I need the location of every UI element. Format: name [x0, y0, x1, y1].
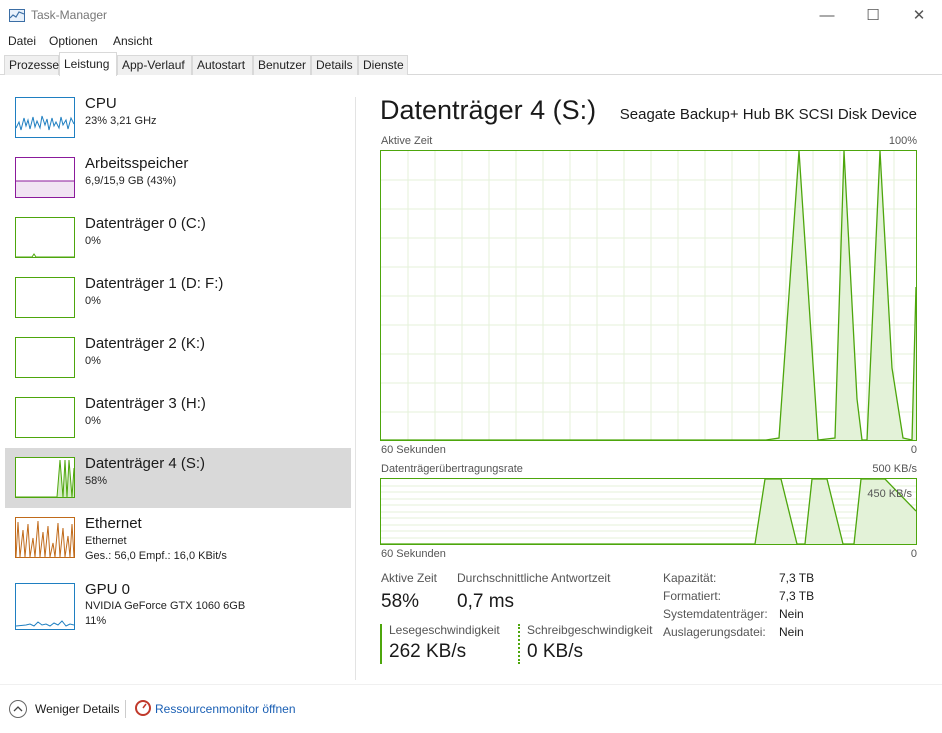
read-speed-indicator: [380, 624, 382, 664]
menu-bar: Datei Optionen Ansicht: [0, 31, 942, 51]
transfer-rate-graph-label: Datenträgerübertragungsrate: [381, 463, 523, 475]
resource-monitor-icon[interactable]: [135, 700, 151, 716]
close-button[interactable]: ✕: [896, 0, 942, 31]
sidebar-item-subtitle: 0%: [85, 235, 101, 247]
read-speed-label: Lesegeschwindigkeit: [389, 623, 500, 637]
tab-autostart[interactable]: Autostart: [192, 55, 253, 75]
sidebar-item-subtitle: 0%: [85, 355, 101, 367]
write-speed-label: Schreibgeschwindigkeit: [527, 623, 653, 637]
footer-separator: [125, 700, 126, 718]
performance-sidebar: CPU 23% 3,21 GHz Arbeitsspeicher 6,9/15,…: [0, 76, 355, 684]
disk-graph-icon: [15, 397, 75, 438]
sidebar-item-title: Datenträger 4 (S:): [85, 455, 206, 472]
tab-prozesse[interactable]: Prozesse: [4, 55, 59, 75]
sidebar-item-memory[interactable]: Arbeitsspeicher 6,9/15,9 GB (43%): [5, 148, 351, 208]
sidebar-item-subtitle: 6,9/15,9 GB (43%): [85, 175, 177, 187]
fewer-details-button[interactable]: Weniger Details: [35, 702, 119, 716]
tab-details[interactable]: Details: [311, 55, 358, 75]
active-time-graph-zero: 0: [910, 444, 917, 456]
window-title: Task-Manager: [31, 8, 108, 22]
sidebar-item-title: Datenträger 3 (H:): [85, 395, 206, 412]
sidebar-item-title: Datenträger 0 (C:): [85, 215, 206, 232]
sidebar-item-disk-3[interactable]: Datenträger 3 (H:) 0%: [5, 388, 351, 448]
sidebar-item-title: GPU 0: [85, 581, 131, 598]
transfer-rate-graph-time: 60 Sekunden: [381, 548, 446, 560]
cpu-graph-icon: [15, 97, 75, 138]
menu-ansicht[interactable]: Ansicht: [113, 34, 152, 48]
detail-title: Datenträger 4 (S:): [380, 95, 597, 125]
sidebar-item-disk-0[interactable]: Datenträger 0 (C:) 0%: [5, 208, 351, 268]
write-speed-indicator: [518, 624, 520, 664]
active-time-graph-time: 60 Sekunden: [381, 444, 446, 456]
sidebar-item-subtitle: 0%: [85, 295, 101, 307]
sidebar-item-title: Datenträger 1 (D: F:): [85, 275, 224, 292]
title-bar[interactable]: Task-Manager — ☐ ✕: [0, 0, 942, 31]
sidebar-item-detail: Ges.: 56,0 Empf.: 16,0 KBit/s: [85, 550, 227, 562]
disk-graph-icon: [15, 277, 75, 318]
sidebar-item-subtitle: 58%: [85, 475, 108, 487]
active-time-value: 58%: [381, 591, 420, 612]
page-file-label: Auslagerungsdatei:: [663, 625, 766, 639]
memory-graph-icon: [15, 157, 75, 198]
sidebar-item-subtitle: NVIDIA GeForce GTX 1060 6GB: [85, 600, 246, 612]
read-speed-value: 262 KB/s: [389, 641, 467, 662]
minimize-button[interactable]: —: [804, 0, 850, 31]
sidebar-item-gpu-0[interactable]: GPU 0 NVIDIA GeForce GTX 1060 6GB 11%: [5, 574, 351, 634]
sidebar-item-cpu[interactable]: CPU 23% 3,21 GHz: [5, 88, 351, 148]
active-time-graph: [380, 150, 917, 441]
formatted-label: Formatiert:: [663, 589, 722, 603]
tab-dienste[interactable]: Dienste: [358, 55, 408, 75]
disk-graph-icon: [15, 457, 75, 498]
footer: Weniger Details Ressourcenmonitor öffnen: [0, 684, 942, 733]
device-name: Seagate Backup+ Hub BK SCSI Disk Device: [619, 106, 917, 123]
disk-graph-icon: [15, 217, 75, 258]
sidebar-item-subtitle: Ethernet: [85, 535, 127, 547]
task-manager-app-icon: [9, 9, 25, 22]
network-graph-icon: [15, 517, 75, 558]
open-resource-monitor-link[interactable]: Ressourcenmonitor öffnen: [155, 702, 296, 716]
panel-divider: [355, 97, 356, 680]
system-disk-label: Systemdatenträger:: [663, 607, 768, 621]
sidebar-item-subtitle: 0%: [85, 415, 101, 427]
tab-strip: Prozesse Leistung App-Verlauf Autostart …: [0, 52, 942, 76]
sidebar-item-title: Ethernet: [85, 515, 142, 532]
sidebar-item-subtitle: 23% 3,21 GHz: [85, 115, 157, 127]
transfer-rate-graph: 450 KB/s: [380, 478, 917, 545]
menu-datei[interactable]: Datei: [8, 34, 36, 48]
sidebar-item-title: CPU: [85, 95, 117, 112]
maximize-button[interactable]: ☐: [850, 0, 896, 31]
write-speed-value: 0 KB/s: [527, 641, 583, 662]
response-time-label: Durchschnittliche Antwortzeit: [457, 571, 611, 585]
tab-benutzer[interactable]: Benutzer: [253, 55, 311, 75]
formatted-value: 7,3 TB: [779, 589, 815, 603]
tab-app-verlauf[interactable]: App-Verlauf: [117, 55, 192, 75]
sidebar-item-title: Datenträger 2 (K:): [85, 335, 206, 352]
sidebar-item-detail: 11%: [85, 615, 107, 627]
transfer-rate-graph-zero: 0: [910, 548, 917, 560]
gpu-graph-icon: [15, 583, 75, 630]
disk-graph-icon: [15, 337, 75, 378]
transfer-rate-graph-max: 500 KB/s: [872, 463, 917, 475]
chevron-up-icon[interactable]: [9, 700, 27, 718]
sidebar-item-disk-2[interactable]: Datenträger 2 (K:) 0%: [5, 328, 351, 388]
system-disk-value: Nein: [779, 607, 804, 621]
response-time-value: 0,7 ms: [457, 591, 515, 612]
transfer-rate-inner-label: 450 KB/s: [867, 488, 912, 500]
menu-optionen[interactable]: Optionen: [49, 34, 98, 48]
sidebar-item-title: Arbeitsspeicher: [85, 155, 189, 172]
capacity-label: Kapazität:: [663, 571, 717, 585]
active-time-label: Aktive Zeit: [381, 571, 438, 585]
sidebar-item-disk-4[interactable]: Datenträger 4 (S:) 58%: [5, 448, 351, 508]
sidebar-item-disk-1[interactable]: Datenträger 1 (D: F:) 0%: [5, 268, 351, 328]
sidebar-item-ethernet[interactable]: Ethernet Ethernet Ges.: 56,0 Empf.: 16,0…: [5, 508, 351, 568]
active-time-graph-max: 100%: [888, 135, 917, 147]
tab-leistung[interactable]: Leistung: [59, 52, 117, 76]
active-time-graph-label: Aktive Zeit: [381, 135, 433, 147]
page-file-value: Nein: [779, 625, 804, 639]
capacity-value: 7,3 TB: [779, 571, 815, 585]
